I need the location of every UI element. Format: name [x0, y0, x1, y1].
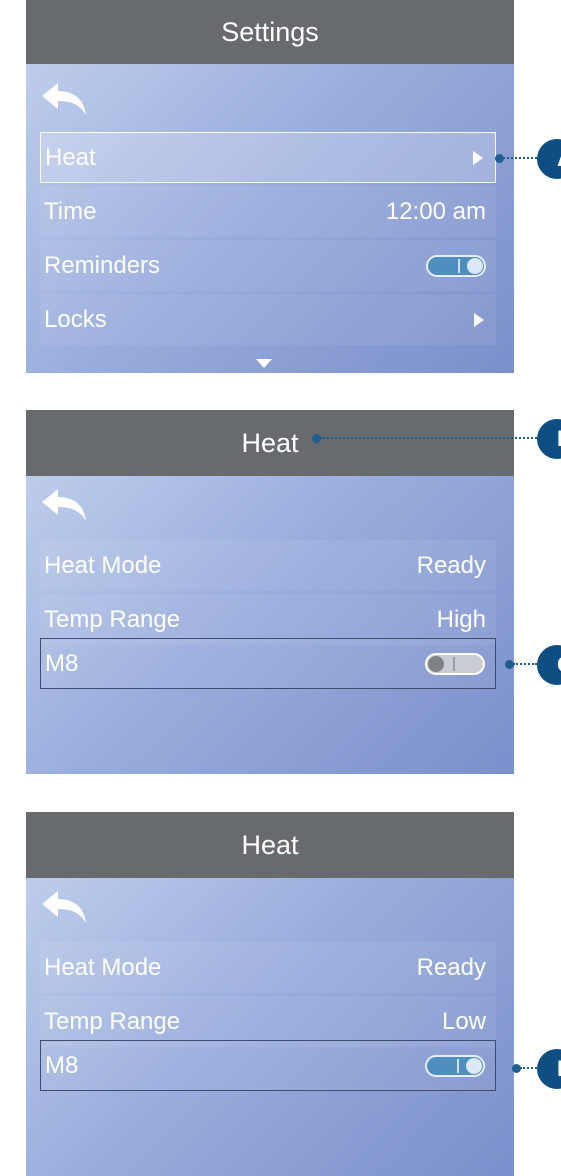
m8-toggle[interactable] [425, 652, 485, 675]
temp-range-value: Low [441, 1007, 486, 1035]
row-label: M8 [45, 1051, 79, 1079]
row-label: Temp Range [44, 605, 181, 633]
row-label: Time [44, 197, 97, 225]
heat-screen-high: Heat Heat Mode Ready Temp Range High M8 [26, 410, 514, 774]
settings-row-locks[interactable]: Locks [40, 294, 496, 345]
heat-titlebar: Heat [26, 410, 514, 476]
heat-screen-low: Heat Heat Mode Ready Temp Range Low M8 [26, 812, 514, 1176]
row-label: M8 [45, 649, 79, 677]
page-title: Heat [241, 427, 299, 458]
settings-screen: Settings Heat Time 12:00 am Reminders Lo… [26, 0, 514, 373]
row-label: Temp Range [44, 1007, 181, 1035]
m8-toggle[interactable] [425, 1054, 485, 1077]
callout-c-badge: C [537, 645, 561, 685]
row-label: Reminders [44, 251, 161, 279]
time-value: 12:00 am [385, 197, 486, 225]
heat-titlebar: Heat [26, 812, 514, 878]
page-title: Heat [241, 829, 299, 860]
callout-a-badge: A [537, 139, 561, 179]
settings-row-heat[interactable]: Heat [40, 132, 496, 183]
heat-mode-value: Ready [416, 953, 486, 981]
heat-row-heat-mode[interactable]: Heat Mode Ready [40, 540, 496, 591]
callout-b-badge: B [537, 419, 561, 459]
back-arrow-icon[interactable] [38, 888, 90, 926]
heat-row-m8[interactable]: M8 [40, 638, 496, 689]
back-arrow-icon[interactable] [38, 80, 90, 118]
temp-range-value: High [436, 605, 486, 633]
reminders-toggle[interactable] [426, 254, 486, 277]
row-label: Heat Mode [44, 551, 162, 579]
callout-a-line [503, 157, 537, 159]
settings-row-reminders[interactable]: Reminders [40, 240, 496, 291]
back-arrow-icon[interactable] [38, 486, 90, 524]
settings-row-time[interactable]: Time 12:00 am [40, 186, 496, 237]
callout-c-line [513, 663, 537, 665]
scroll-down-icon[interactable] [255, 358, 273, 369]
heat-row-m8[interactable]: M8 [40, 1040, 496, 1091]
chevron-right-icon [474, 312, 484, 327]
row-label: Heat Mode [44, 953, 162, 981]
settings-titlebar: Settings [26, 0, 514, 64]
callout-d-line [520, 1067, 537, 1069]
chevron-right-icon [473, 150, 483, 165]
heat-mode-value: Ready [416, 551, 486, 579]
row-label: Heat [45, 143, 96, 171]
callout-b-line [320, 437, 537, 439]
page-title: Settings [221, 16, 319, 47]
callout-d-badge: D [537, 1049, 561, 1089]
heat-row-heat-mode[interactable]: Heat Mode Ready [40, 942, 496, 993]
row-label: Locks [44, 305, 107, 333]
